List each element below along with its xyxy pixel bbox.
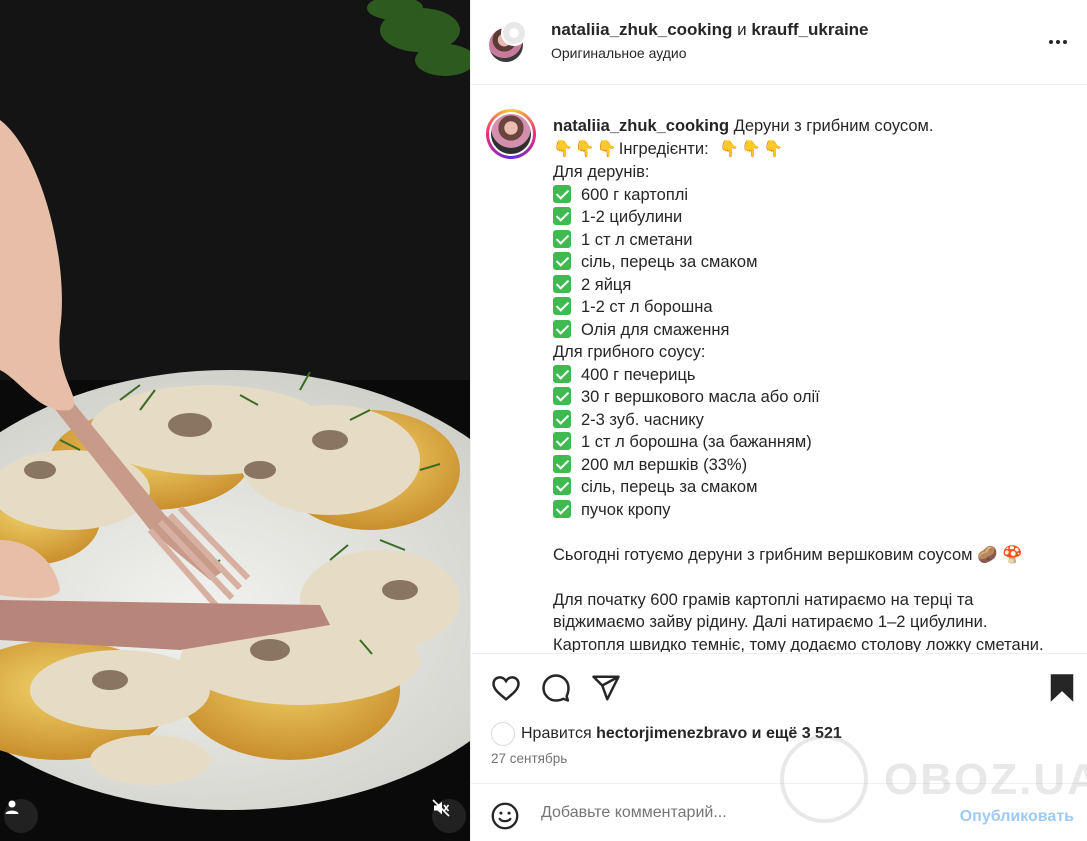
- pointing-down-icon: 👇: [719, 140, 740, 158]
- comment-composer: Опубликовать: [471, 783, 1087, 841]
- ingredient-item: 1 ст л сметани: [553, 229, 1063, 252]
- check-icon: [553, 229, 571, 248]
- tagged-users-button[interactable]: [4, 799, 38, 833]
- check-icon: [553, 454, 571, 473]
- caption-paragraph-line: віджимаємо зайву рідину. Далі натираємо …: [553, 613, 988, 631]
- post-authors: nataliia_zhuk_cooking и krauff_ukraine: [551, 20, 869, 40]
- pointing-down-icon: 👇: [574, 140, 595, 158]
- ingredient-item: 200 мл вершків (33%): [553, 454, 1063, 477]
- author-link[interactable]: nataliia_zhuk_cooking: [551, 20, 732, 39]
- caption-title: Деруни з грибним соусом.: [733, 117, 934, 135]
- pointing-down-icon: 👇: [553, 140, 573, 158]
- post-date: 27 сентябрь: [491, 751, 568, 766]
- author-link[interactable]: krauff_ukraine: [751, 20, 868, 39]
- ingredient-item: 600 г картоплі: [553, 184, 1063, 207]
- caption-paragraph-line: Для початку 600 грамів картоплі натираєм…: [553, 590, 974, 609]
- ingredient-item: 400 г печериць: [553, 364, 1063, 387]
- post-caption: nataliia_zhuk_cooking Деруни з грибним с…: [553, 115, 1063, 652]
- ingredient-item: сіль, перець за смаком: [553, 476, 1063, 499]
- pointing-down-icon: 👇: [741, 140, 762, 158]
- check-icon: [553, 409, 571, 428]
- section-heading: Для дерунів:: [553, 163, 650, 181]
- check-icon: [553, 297, 571, 315]
- avatar: [491, 722, 515, 746]
- ingredient-item: 1-2 ст л борошна: [553, 296, 1063, 319]
- ingredients-heading: 👇 👇 👇 Інгредієнти: 👇 👇 👇: [553, 138, 1063, 162]
- caption-paragraph-line: Картопля швидко темніє, тому додаємо сто…: [553, 635, 1044, 653]
- publish-button[interactable]: Опубликовать: [960, 808, 1074, 826]
- check-icon: [553, 252, 571, 270]
- caption-paragraph: Сьогодні готуємо деруни з грибним вершко…: [553, 545, 1023, 564]
- comment-input[interactable]: [541, 804, 881, 822]
- likes-summary[interactable]: Нравится hectorjimenezbravo и ещё 3 521: [491, 722, 842, 746]
- pointing-down-icon: 👇: [763, 140, 784, 158]
- check-icon: [553, 364, 571, 383]
- likes-prefix: Нравится: [521, 725, 592, 742]
- ingredient-item: Олія для смаження: [553, 319, 1063, 342]
- check-icon: [553, 207, 571, 225]
- avatar: [501, 20, 527, 46]
- share-icon[interactable]: [591, 673, 621, 703]
- caption-scroll-area[interactable]: nataliia_zhuk_cooking Деруни з грибним с…: [471, 86, 1087, 652]
- post-header: nataliia_zhuk_cooking и krauff_ukraine О…: [471, 0, 1087, 85]
- check-icon: [553, 432, 571, 450]
- check-icon: [553, 499, 571, 518]
- ingredient-item: 2 яйця: [553, 274, 1063, 297]
- likes-count[interactable]: и ещё 3 521: [752, 725, 842, 743]
- pointing-down-icon: 👇: [596, 140, 617, 158]
- ingredient-item: пучок кропу: [553, 499, 1063, 522]
- user-icon: [5, 800, 19, 814]
- bookmark-icon[interactable]: [1047, 673, 1077, 703]
- check-icon: [553, 319, 571, 338]
- check-icon: [553, 387, 571, 405]
- ingredient-item: 30 г вершкового масла або олії: [553, 386, 1063, 409]
- ingredients-label: Інгредієнти:: [618, 139, 709, 158]
- post-media-video[interactable]: [0, 0, 470, 841]
- ingredient-item: 1 ст л борошна (за бажанням): [553, 431, 1063, 454]
- authors-joiner: и: [737, 20, 747, 39]
- check-icon: [553, 184, 571, 203]
- check-icon: [553, 274, 571, 293]
- mute-button[interactable]: [432, 799, 466, 833]
- food-photo: [0, 0, 470, 841]
- audio-link[interactable]: Оригинальное аудио: [551, 45, 687, 61]
- comment-icon[interactable]: [541, 673, 571, 703]
- post-actions: Нравится hectorjimenezbravo и ещё 3 521 …: [471, 653, 1087, 783]
- section-heading: Для грибного соусу:: [553, 343, 706, 361]
- ingredient-item: 2-3 зуб. часнику: [553, 409, 1063, 432]
- avatar[interactable]: [486, 109, 536, 159]
- more-icon[interactable]: [1046, 30, 1070, 54]
- ingredient-item: сіль, перець за смаком: [553, 251, 1063, 274]
- emoji-icon[interactable]: [491, 802, 519, 830]
- check-icon: [553, 477, 571, 495]
- mute-icon: [432, 799, 450, 817]
- post-details-panel: nataliia_zhuk_cooking и krauff_ukraine О…: [470, 0, 1087, 841]
- collab-avatars[interactable]: [489, 20, 527, 62]
- heart-icon[interactable]: [491, 673, 521, 703]
- ingredient-item: 1-2 цибулини: [553, 206, 1063, 229]
- caption-username[interactable]: nataliia_zhuk_cooking: [553, 117, 729, 135]
- liker-username[interactable]: hectorjimenezbravo: [596, 725, 747, 743]
